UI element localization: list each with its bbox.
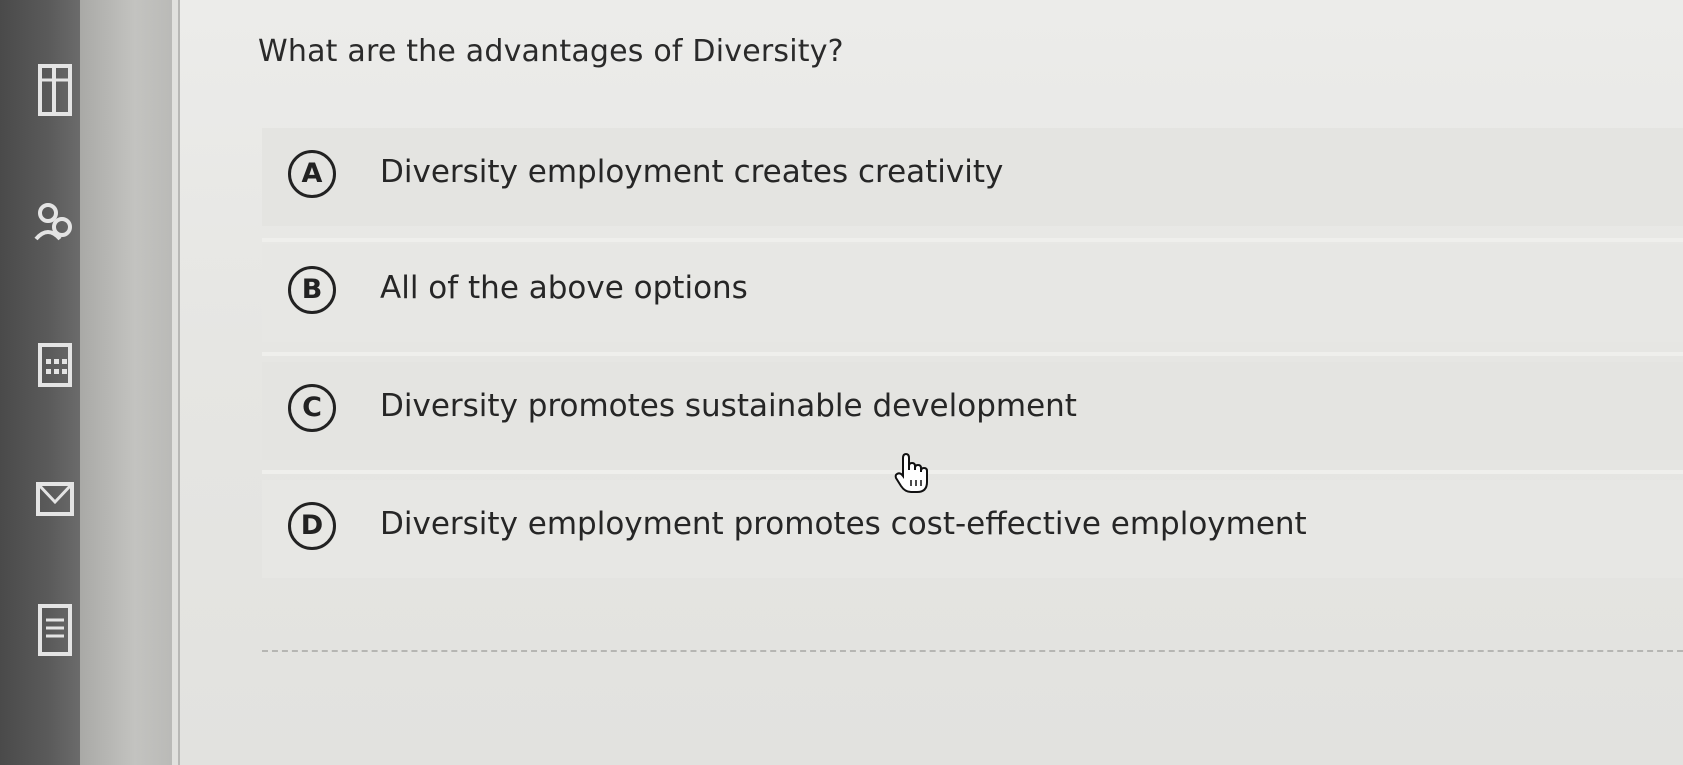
hand-pointer-icon [893, 452, 933, 496]
option-letter-a[interactable]: A [288, 150, 336, 198]
option-letter-c[interactable]: C [288, 384, 336, 432]
option-text-d: Diversity employment promotes cost-effec… [380, 506, 1307, 542]
option-text-a: Diversity employment creates creativity [380, 154, 1004, 190]
document-icon[interactable] [30, 600, 74, 660]
option-text-b: All of the above options [380, 270, 748, 306]
sidebar-gutter [80, 0, 180, 765]
question-title: What are the advantages of Diversity? [258, 34, 844, 69]
option-text-c: Diversity promotes sustainable developme… [380, 388, 1077, 424]
option-divider [262, 352, 1683, 356]
option-letter-d[interactable]: D [288, 502, 336, 550]
option-divider [262, 470, 1683, 474]
dashed-separator [262, 650, 1683, 652]
option-divider [262, 238, 1683, 242]
option-b[interactable]: B All of the above options [262, 244, 1683, 342]
mail-icon[interactable] [30, 470, 74, 530]
left-sidebar [0, 0, 80, 765]
gutter-edge [172, 0, 178, 765]
option-letter-b[interactable]: B [288, 266, 336, 314]
people-icon[interactable] [30, 195, 74, 255]
option-d[interactable]: D Diversity employment promotes cost-eff… [262, 480, 1683, 578]
option-c[interactable]: C Diversity promotes sustainable develop… [262, 362, 1683, 460]
option-a[interactable]: A Diversity employment creates creativit… [262, 128, 1683, 226]
calendar-icon[interactable] [30, 335, 74, 395]
columns-icon[interactable] [30, 60, 74, 120]
